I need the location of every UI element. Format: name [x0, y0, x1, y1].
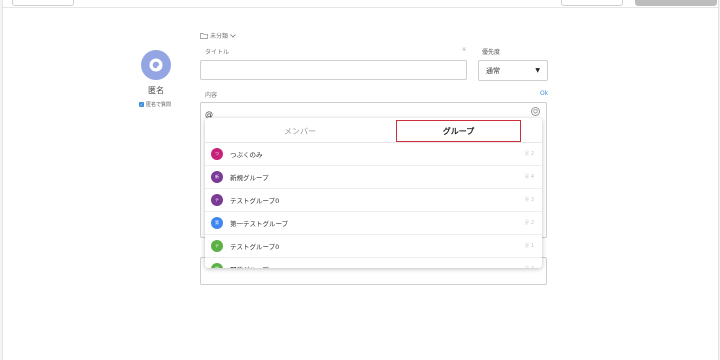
member-count: 웃 1 [525, 242, 534, 249]
folder-selector[interactable]: 未分類 [200, 31, 236, 40]
chevron-down-icon [230, 33, 236, 38]
member-count-value: 3 [530, 197, 534, 203]
mention-list: つつぶくのみ 웃 2 新新規グループ 웃 4 テテストグループ0 웃 3 第第一テストグルー… [205, 143, 542, 268]
required-mark: ※ [462, 47, 467, 53]
group-name: テストグループ0 [230, 197, 280, 205]
author-name: 匿名 [148, 86, 164, 95]
back-button[interactable] [12, 0, 74, 6]
top-bar [3, 0, 718, 8]
list-item[interactable]: テテストグループ0 웃 1 [205, 235, 542, 258]
folder-icon [200, 32, 208, 39]
group-name: つぶくのみ [230, 151, 263, 159]
priority-value: 通常 [486, 66, 500, 75]
group-avatar: テ [211, 240, 223, 252]
folder-label: 未分類 [210, 33, 229, 40]
tab-groups[interactable]: グループ [396, 120, 521, 142]
member-count-value: 1 [530, 243, 534, 249]
list-item[interactable]: つつぶくのみ 웃 2 [205, 143, 542, 166]
title-label: タイトル [205, 49, 230, 56]
member-count-value: 4 [531, 266, 534, 268]
tab-members[interactable]: メンバー [205, 120, 395, 142]
anonymous-checkbox-label: 匿名で質問 [146, 102, 172, 108]
group-name: 開発グループ [230, 264, 269, 268]
ok-link[interactable]: Ok [540, 90, 548, 97]
member-count-value: 2 [530, 220, 534, 226]
group-avatar: 第 [211, 217, 223, 229]
anonymous-avatar-icon [149, 58, 163, 72]
group-name: テストグループ0 [230, 243, 280, 251]
member-count: 웃 2 [525, 150, 534, 157]
priority-select[interactable]: 通常 ▼ [478, 60, 548, 81]
member-count-value: 2 [530, 151, 534, 157]
title-input[interactable] [200, 60, 467, 80]
cancel-button[interactable] [561, 0, 623, 6]
group-avatar: つ [211, 148, 223, 160]
submit-button[interactable] [635, 0, 717, 6]
list-item[interactable]: テテストグループ0 웃 3 [205, 189, 542, 212]
member-count: 웃 4 [525, 265, 534, 268]
member-count: 웃 4 [525, 173, 534, 180]
priority-label: 優先度 [482, 49, 501, 56]
member-count: 웃 3 [525, 196, 534, 203]
emoji-icon[interactable]: ☺ [531, 107, 540, 116]
mention-dropdown: メンバー グループ つつぶくのみ 웃 2 新新規グループ 웃 4 テテストグループ0 웃 … [205, 118, 542, 268]
group-name: 新規グループ [230, 174, 269, 182]
group-avatar: 新 [211, 171, 223, 183]
caret-down-icon: ▼ [535, 67, 540, 74]
group-avatar: テ [211, 194, 223, 206]
checkbox-checked-icon[interactable]: ✓ [139, 102, 144, 107]
anonymous-checkbox-row[interactable]: ✓ 匿名で質問 [139, 101, 171, 108]
avatar [141, 50, 171, 80]
group-name: 第一テストグループ [230, 220, 289, 228]
list-item[interactable]: 開 開発グループ 웃 4 [205, 258, 542, 268]
list-item[interactable]: 第第一テストグループ 웃 2 [205, 212, 542, 235]
member-count: 웃 2 [525, 219, 534, 226]
list-item[interactable]: 新新規グループ 웃 4 [205, 166, 542, 189]
member-count-value: 4 [530, 174, 534, 180]
group-avatar: 開 [211, 263, 223, 268]
content-label: 内容 [205, 92, 218, 99]
